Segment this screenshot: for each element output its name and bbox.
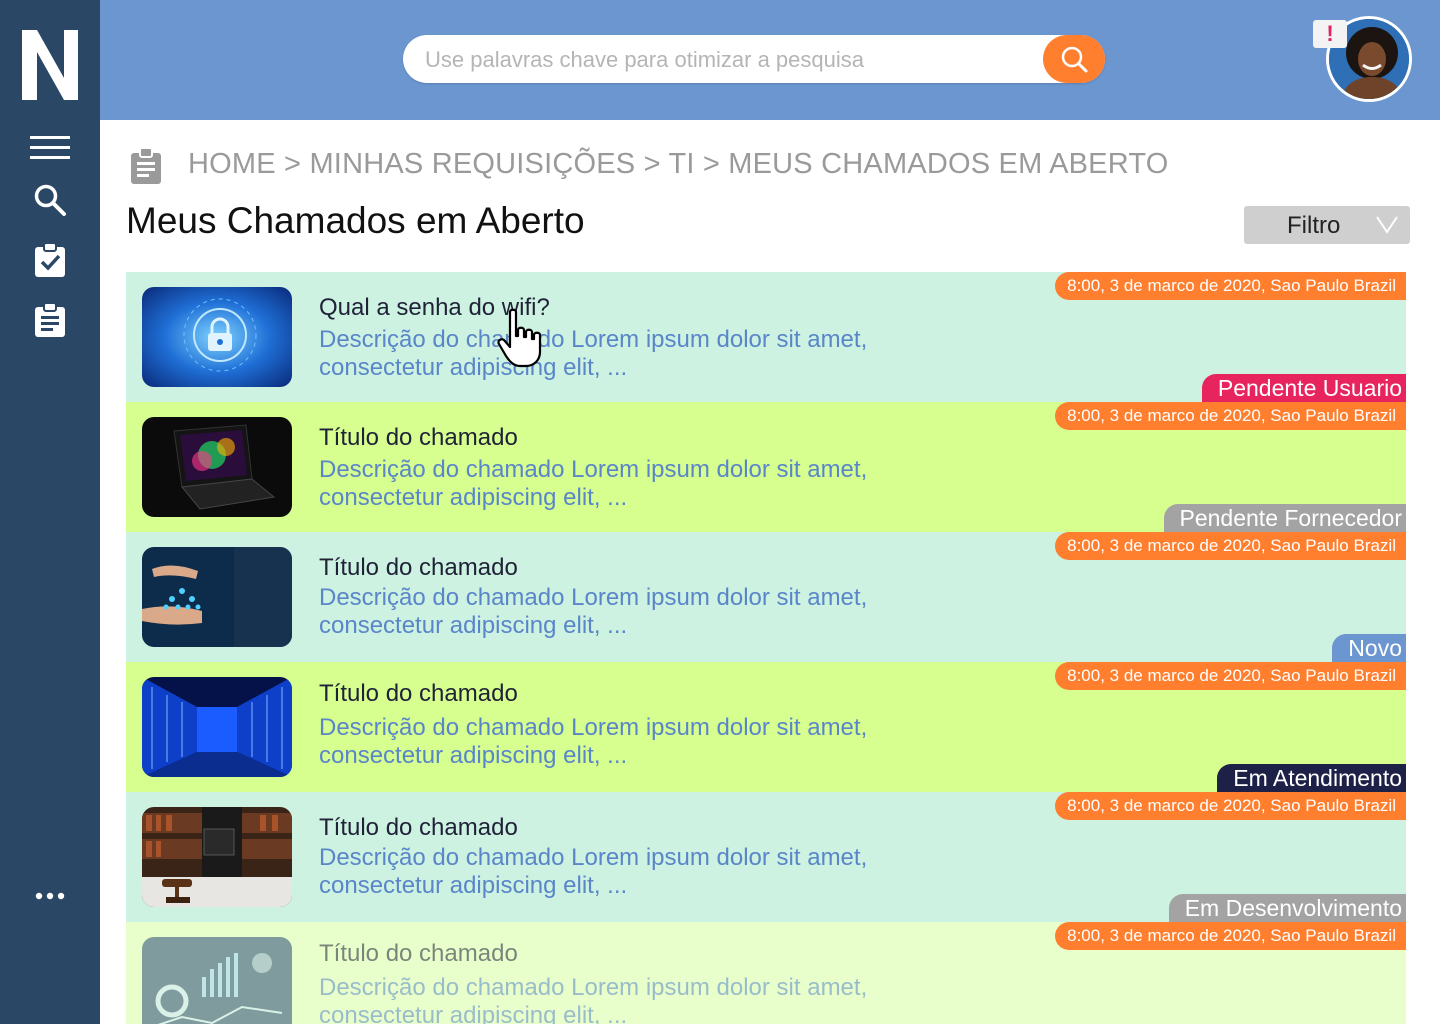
analytics-image: [142, 937, 292, 1024]
ticket-title[interactable]: Título do chamado: [319, 680, 518, 708]
status-badge: Pendente Fornecedor: [1163, 504, 1406, 532]
network-security-image: [142, 287, 292, 387]
status-badge: Em Atendimento: [1217, 764, 1406, 792]
ticket-title[interactable]: Título do chamado: [319, 424, 518, 452]
hands-network-image: [142, 547, 292, 647]
ticket-timestamp: 8:00, 3 de marco de 2020, Sao Paulo Braz…: [1055, 272, 1406, 300]
ticket-timestamp: 8:00, 3 de marco de 2020, Sao Paulo Braz…: [1055, 662, 1406, 690]
ticket-row[interactable]: Título do chamado Descrição do chamado Lo…: [126, 532, 1406, 662]
search-input[interactable]: [423, 35, 1027, 85]
page-title: Meus Chamados em Aberto: [126, 200, 585, 241]
server-room-image: [142, 677, 292, 777]
ticket-row[interactable]: Título do chamado Descrição do chamado Lo…: [126, 792, 1406, 922]
ticket-title[interactable]: Título do chamado: [319, 940, 518, 968]
law-office-image: [142, 807, 292, 907]
ticket-timestamp: 8:00, 3 de marco de 2020, Sao Paulo Braz…: [1055, 402, 1406, 430]
search-bar: [403, 35, 1105, 85]
checklist-icon[interactable]: [28, 238, 72, 282]
clipboard-icon: [131, 147, 161, 184]
search-button[interactable]: [1043, 35, 1105, 83]
ticket-description: Descrição do chamado Lorem ipsum dolor s…: [319, 844, 868, 899]
status-badge: Em Desenvolvimento: [1168, 894, 1406, 922]
menu-icon[interactable]: [28, 126, 72, 170]
search-icon: [1061, 46, 1088, 73]
ticket-timestamp: 8:00, 3 de marco de 2020, Sao Paulo Braz…: [1055, 532, 1406, 560]
breadcrumb[interactable]: HOME > MINHAS REQUISIÇÕES > TI > MEUS CH…: [188, 148, 1169, 181]
top-header: !: [100, 0, 1440, 120]
status-badge: Pendente Usuario: [1201, 374, 1406, 402]
ticket-title[interactable]: Título do chamado: [319, 554, 518, 582]
more-icon[interactable]: [28, 874, 72, 918]
ticket-description: Descrição do chamado Lorem ipsum dolor s…: [319, 326, 868, 381]
clipboard-icon[interactable]: [28, 298, 72, 342]
status-badge: Novo: [1332, 634, 1406, 662]
ticket-description: Descrição do chamado Lorem ipsum dolor s…: [319, 974, 868, 1024]
ticket-description: Descrição do chamado Lorem ipsum dolor s…: [319, 456, 868, 511]
ticket-list: Qual a senha do wifi? Descrição do chamad…: [126, 272, 1406, 1024]
n-logo[interactable]: [20, 28, 80, 102]
laptop-image: [142, 417, 292, 517]
ticket-timestamp: 8:00, 3 de marco de 2020, Sao Paulo Braz…: [1055, 792, 1406, 820]
ticket-timestamp: 8:00, 3 de marco de 2020, Sao Paulo Braz…: [1055, 922, 1406, 950]
ticket-title[interactable]: Qual a senha do wifi?: [319, 294, 550, 322]
notification-alert[interactable]: !: [1313, 20, 1347, 48]
search-icon[interactable]: [28, 178, 72, 222]
ticket-row[interactable]: Título do chamado Descrição do chamado Lo…: [126, 662, 1406, 792]
ticket-description: Descrição do chamado Lorem ipsum dolor s…: [319, 714, 868, 769]
ticket-title[interactable]: Título do chamado: [319, 814, 518, 842]
ticket-description: Descrição do chamado Lorem ipsum dolor s…: [319, 584, 868, 639]
filter-label: Filtro: [1287, 212, 1341, 239]
ticket-row[interactable]: Qual a senha do wifi? Descrição do chamad…: [126, 272, 1406, 402]
sidebar: [0, 0, 100, 1024]
filter-dropdown[interactable]: Filtro: [1244, 206, 1410, 244]
ticket-row[interactable]: Título do chamado Descrição do chamado Lo…: [126, 402, 1406, 532]
ticket-row[interactable]: Título do chamado Descrição do chamado Lo…: [126, 922, 1406, 1024]
chevron-down-icon: [1376, 216, 1398, 234]
